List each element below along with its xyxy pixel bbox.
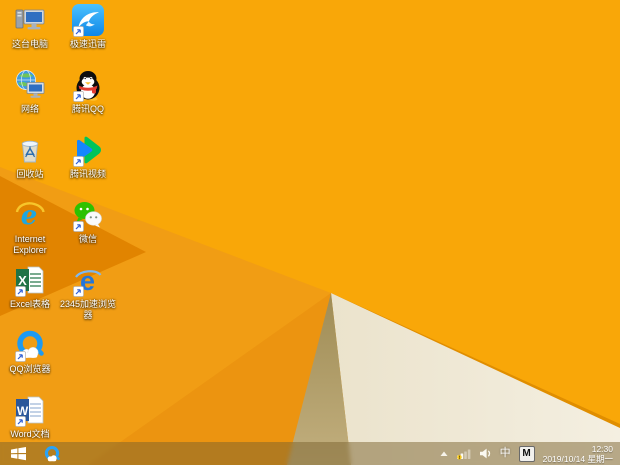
taskbar-clock[interactable]: 12:30 2019/10/14 星期一 bbox=[543, 444, 613, 464]
shortcut-arrow-icon bbox=[73, 26, 84, 37]
ime-language-indicator[interactable]: 中 bbox=[500, 448, 511, 459]
network-tray-button[interactable] bbox=[456, 447, 471, 460]
taskbar: 中 M 12:30 2019/10/14 星期一 bbox=[0, 442, 620, 465]
shortcut-arrow-icon bbox=[15, 416, 26, 427]
desktop-icon-2345-browser[interactable]: e 2345加速浏览器 bbox=[58, 264, 118, 321]
desktop-icon-wechat[interactable]: 微信 bbox=[58, 199, 118, 245]
windows-logo-icon bbox=[10, 447, 26, 461]
network-globe-icon bbox=[16, 70, 45, 98]
icon-label: QQ浏览器 bbox=[9, 364, 51, 374]
icon-label: 腾讯QQ bbox=[71, 104, 104, 114]
chevron-up-icon bbox=[440, 451, 448, 456]
desktop-icon-qq-browser[interactable]: QQ浏览器 bbox=[0, 329, 60, 375]
shortcut-arrow-icon bbox=[15, 286, 26, 297]
desktop-icon-internet-explorer[interactable]: e Internet Explorer bbox=[0, 199, 60, 256]
volume-tray-button[interactable] bbox=[479, 448, 492, 459]
ie-icon: e bbox=[15, 201, 45, 231]
qq-browser-icon bbox=[44, 445, 60, 461]
network-signal-warning-icon bbox=[456, 449, 470, 460]
shortcut-arrow-icon bbox=[73, 286, 84, 297]
desktop-icon-recycle-bin[interactable]: 回收站 bbox=[0, 134, 60, 180]
desktop-screen: 这台电脑 网络 回收站 e Internet Explorer X Excel表… bbox=[0, 0, 620, 465]
ime-mode-indicator[interactable]: M bbox=[518, 445, 535, 462]
desktop-icon-this-pc[interactable]: 这台电脑 bbox=[0, 4, 60, 50]
taskbar-app-qq-browser[interactable] bbox=[36, 442, 68, 465]
clock-time: 12:30 bbox=[591, 443, 613, 454]
system-tray: 中 M 12:30 2019/10/14 星期一 bbox=[440, 442, 620, 465]
clock-date: 2019/10/14 星期一 bbox=[542, 453, 613, 464]
shortcut-arrow-icon bbox=[15, 351, 26, 362]
desktop-icon-tencent-video[interactable]: 腾讯视频 bbox=[58, 134, 118, 180]
icon-label: 腾讯视频 bbox=[69, 169, 106, 179]
volume-icon bbox=[479, 448, 490, 459]
icon-label: Internet Explorer bbox=[13, 234, 47, 255]
shortcut-arrow-icon bbox=[73, 156, 84, 167]
desktop-icon-tencent-qq[interactable]: 腾讯QQ bbox=[58, 69, 118, 115]
start-button[interactable] bbox=[0, 442, 36, 465]
recycle-bin-icon bbox=[21, 140, 39, 163]
icon-label: 微信 bbox=[78, 234, 97, 244]
desktop-icon-thunder[interactable]: 极速迅雷 bbox=[58, 4, 118, 50]
icon-label: 2345加速浏览器 bbox=[59, 299, 117, 320]
icon-label: 极速迅雷 bbox=[69, 39, 106, 49]
desktop-icon-word[interactable]: W Word文档 bbox=[0, 394, 60, 440]
show-hidden-icons-button[interactable] bbox=[440, 451, 448, 457]
icon-label: 回收站 bbox=[16, 169, 44, 179]
desktop-icon-network[interactable]: 网络 bbox=[0, 69, 60, 115]
icon-label: Excel表格 bbox=[9, 299, 50, 309]
shortcut-arrow-icon bbox=[73, 91, 84, 102]
icon-label: 这台电脑 bbox=[11, 39, 48, 49]
icon-label: Word文档 bbox=[10, 429, 50, 439]
shortcut-arrow-icon bbox=[73, 221, 84, 232]
desktop-icon-excel[interactable]: X Excel表格 bbox=[0, 264, 60, 310]
icon-label: 网络 bbox=[20, 104, 39, 114]
computer-icon bbox=[15, 9, 45, 30]
